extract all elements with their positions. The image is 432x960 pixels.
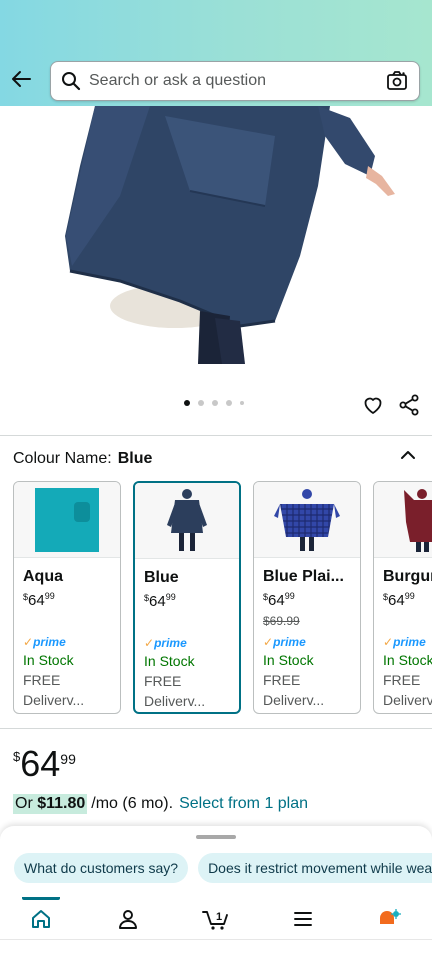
delivery-label: Deliverv... (23, 692, 85, 708)
divider (0, 728, 432, 729)
select-plan-link[interactable]: Select from 1 plan (179, 795, 308, 813)
plan-term: /mo (6 mo). (91, 795, 174, 812)
product-price: $ 64 99 (13, 744, 76, 784)
cart-icon[interactable]: 1 (200, 906, 232, 932)
delivery-label: Deliverv... (263, 692, 325, 708)
swatch-price: $6499 (383, 591, 415, 609)
app-header: Search or ask a question (0, 0, 432, 106)
gallery-dots (184, 400, 244, 406)
search-icon (61, 70, 83, 92)
colour-selector-label: Colour Name: Blue (13, 450, 152, 468)
swatch-name: Blue Plai... (263, 568, 344, 585)
swatch-name: Blue (144, 569, 179, 586)
swatch-image (14, 482, 120, 558)
cart-count: 1 (216, 911, 222, 923)
price-fraction: 99 (60, 751, 76, 767)
stock-status: In Stock (383, 652, 432, 668)
profile-icon[interactable] (114, 906, 142, 932)
price-whole: 64 (20, 743, 61, 784)
colour-value: Blue (117, 450, 153, 467)
chevron-up-icon[interactable] (398, 445, 418, 465)
swatch-blue[interactable]: Blue $6499 ✓prime In Stock FREE Deliverv… (133, 481, 241, 714)
gallery-dot[interactable] (212, 400, 218, 406)
sheet-handle[interactable] (196, 835, 236, 839)
question-chip[interactable]: What do customers say? (14, 853, 189, 883)
swatch-price: $6499 (23, 591, 55, 609)
divider (0, 939, 432, 940)
installment-plan: Or $11.80 /mo (6 mo). Select from 1 plan (13, 794, 308, 814)
bottom-nav: 1 (0, 897, 432, 940)
swatch-burgundy[interactable]: Burgur $6499 ✓prime In Stock FREE Delive… (373, 481, 432, 714)
free-label: FREE (23, 672, 61, 688)
swatch-name: Aqua (23, 568, 63, 585)
stock-status: In Stock (23, 652, 74, 668)
free-label: FREE (144, 673, 182, 689)
delivery-label: Deliverv (383, 692, 432, 708)
colour-label: Colour Name: (13, 450, 112, 467)
question-chip[interactable]: Does it restrict movement while wear (198, 853, 432, 883)
divider (0, 435, 432, 436)
monthly-amount: Or $11.80 (13, 794, 88, 814)
gallery-dot[interactable] (226, 400, 232, 406)
active-tab-indicator (22, 897, 60, 900)
camera-search-icon[interactable] (386, 69, 410, 93)
swatch-price: $6499 (263, 591, 295, 609)
prime-badge: ✓prime (263, 635, 306, 649)
list-price: $69.99 (263, 614, 300, 628)
colour-swatches: Aqua $6499 ✓prime In Stock FREE Deliverv… (0, 481, 432, 716)
question-chips: What do customers say? Does it restrict … (14, 853, 432, 883)
swatch-name: Burgur (383, 568, 432, 585)
swatch-image (135, 483, 239, 559)
swatch-price: $6499 (144, 592, 176, 610)
swatch-aqua[interactable]: Aqua $6499 ✓prime In Stock FREE Deliverv… (13, 481, 121, 714)
delivery-label: Deliverv... (144, 693, 206, 709)
back-arrow-icon[interactable] (8, 66, 34, 92)
gallery-dot[interactable] (240, 401, 244, 405)
free-label: FREE (383, 672, 421, 688)
prime-badge: ✓prime (23, 635, 66, 649)
rufus-icon[interactable] (375, 906, 403, 932)
swatch-image (254, 482, 360, 558)
home-icon[interactable] (27, 906, 55, 932)
prime-badge: ✓prime (144, 636, 187, 650)
gallery-dot[interactable] (198, 400, 204, 406)
stock-status: In Stock (144, 653, 195, 669)
stock-status: In Stock (263, 652, 314, 668)
product-image[interactable] (0, 106, 432, 386)
swatch-blue-plaid[interactable]: Blue Plai... $6499 $69.99 ✓prime In Stoc… (253, 481, 361, 714)
gallery-dot[interactable] (184, 400, 190, 406)
menu-icon[interactable] (289, 906, 317, 932)
prime-badge: ✓prime (383, 635, 426, 649)
free-label: FREE (263, 672, 301, 688)
swatch-image (374, 482, 432, 558)
search-bar[interactable]: Search or ask a question (50, 61, 420, 101)
search-input[interactable]: Search or ask a question (89, 72, 386, 90)
share-icon[interactable] (397, 393, 421, 417)
price-currency: $ (13, 749, 21, 764)
heart-icon[interactable] (361, 393, 385, 417)
